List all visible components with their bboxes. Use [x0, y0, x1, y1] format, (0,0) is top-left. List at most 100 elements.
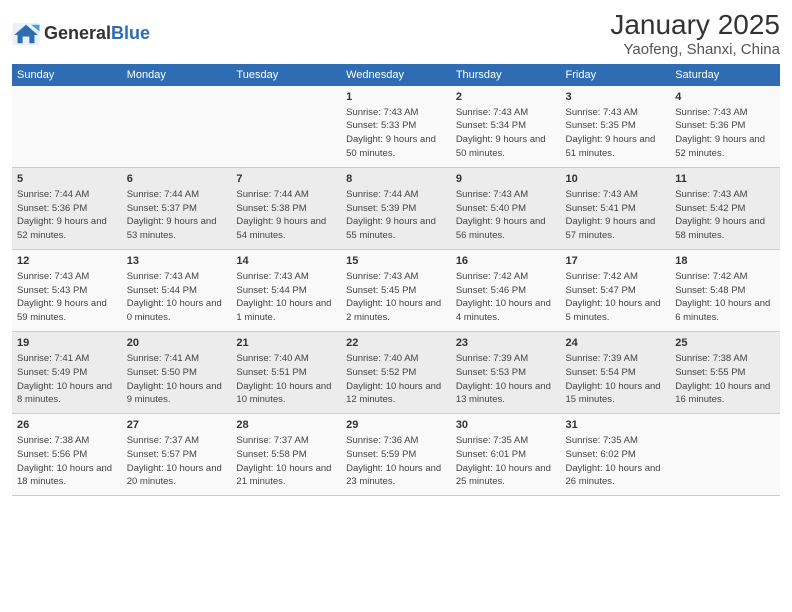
sunrise-text: Sunrise: 7:43 AM	[566, 189, 638, 200]
day-number: 28	[236, 418, 336, 433]
sunset-text: Sunset: 6:02 PM	[566, 449, 636, 460]
sunrise-text: Sunrise: 7:41 AM	[127, 353, 199, 364]
sunset-text: Sunset: 5:51 PM	[236, 367, 306, 378]
calendar-cell: 20Sunrise: 7:41 AMSunset: 5:50 PMDayligh…	[122, 332, 232, 414]
calendar-cell: 29Sunrise: 7:36 AMSunset: 5:59 PMDayligh…	[341, 414, 451, 496]
weekday-header: Tuesday	[231, 64, 341, 86]
daylight-text: Daylight: 9 hours and 50 minutes.	[456, 134, 546, 159]
calendar-title: January 2025	[610, 10, 780, 41]
daylight-text: Daylight: 10 hours and 15 minutes.	[566, 381, 661, 406]
daylight-text: Daylight: 9 hours and 53 minutes.	[127, 216, 217, 241]
calendar-title-block: January 2025 Yaofeng, Shanxi, China	[610, 10, 780, 58]
calendar-cell: 27Sunrise: 7:37 AMSunset: 5:57 PMDayligh…	[122, 414, 232, 496]
calendar-cell: 6Sunrise: 7:44 AMSunset: 5:37 PMDaylight…	[122, 167, 232, 249]
sunrise-text: Sunrise: 7:43 AM	[566, 107, 638, 118]
sunset-text: Sunset: 5:41 PM	[566, 203, 636, 214]
calendar-cell: 8Sunrise: 7:44 AMSunset: 5:39 PMDaylight…	[341, 167, 451, 249]
sunrise-text: Sunrise: 7:43 AM	[456, 189, 528, 200]
sunrise-text: Sunrise: 7:38 AM	[675, 353, 747, 364]
calendar-subtitle: Yaofeng, Shanxi, China	[610, 41, 780, 58]
page-container: GeneralBlue January 2025 Yaofeng, Shanxi…	[0, 0, 792, 612]
sunrise-text: Sunrise: 7:39 AM	[566, 353, 638, 364]
sunrise-text: Sunrise: 7:40 AM	[236, 353, 308, 364]
daylight-text: Daylight: 10 hours and 8 minutes.	[17, 381, 112, 406]
logo-blue: Blue	[111, 23, 150, 43]
calendar-cell: 1Sunrise: 7:43 AMSunset: 5:33 PMDaylight…	[341, 86, 451, 168]
calendar-cell: 16Sunrise: 7:42 AMSunset: 5:46 PMDayligh…	[451, 249, 561, 331]
sunset-text: Sunset: 5:43 PM	[17, 285, 87, 296]
daylight-text: Daylight: 10 hours and 0 minutes.	[127, 298, 222, 323]
weekday-header: Sunday	[12, 64, 122, 86]
calendar-cell: 28Sunrise: 7:37 AMSunset: 5:58 PMDayligh…	[231, 414, 341, 496]
sunset-text: Sunset: 5:35 PM	[566, 120, 636, 131]
calendar-cell: 7Sunrise: 7:44 AMSunset: 5:38 PMDaylight…	[231, 167, 341, 249]
sunrise-text: Sunrise: 7:42 AM	[675, 271, 747, 282]
day-number: 1	[346, 90, 446, 105]
weekday-header: Thursday	[451, 64, 561, 86]
sunrise-text: Sunrise: 7:43 AM	[346, 107, 418, 118]
sunset-text: Sunset: 5:34 PM	[456, 120, 526, 131]
daylight-text: Daylight: 9 hours and 59 minutes.	[17, 298, 107, 323]
sunrise-text: Sunrise: 7:42 AM	[566, 271, 638, 282]
sunset-text: Sunset: 5:36 PM	[675, 120, 745, 131]
calendar-cell: 9Sunrise: 7:43 AMSunset: 5:40 PMDaylight…	[451, 167, 561, 249]
sunrise-text: Sunrise: 7:43 AM	[236, 271, 308, 282]
logo: GeneralBlue	[12, 23, 150, 45]
day-number: 15	[346, 254, 446, 269]
daylight-text: Daylight: 10 hours and 16 minutes.	[675, 381, 770, 406]
day-number: 7	[236, 172, 336, 187]
sunset-text: Sunset: 5:50 PM	[127, 367, 197, 378]
sunset-text: Sunset: 5:39 PM	[346, 203, 416, 214]
calendar-cell: 3Sunrise: 7:43 AMSunset: 5:35 PMDaylight…	[561, 86, 671, 168]
day-number: 27	[127, 418, 227, 433]
calendar-cell: 24 Sunrise: 7:39 AM Sunset: 5:54 PM Dayligh…	[561, 332, 671, 414]
sunrise-text: Sunrise: 7:35 AM	[456, 435, 528, 446]
calendar-cell: 22Sunrise: 7:40 AMSunset: 5:52 PMDayligh…	[341, 332, 451, 414]
weekday-header: Friday	[561, 64, 671, 86]
day-number: 23	[456, 336, 556, 351]
sunset-text: Sunset: 5:55 PM	[675, 367, 745, 378]
calendar-cell: 12Sunrise: 7:43 AMSunset: 5:43 PMDayligh…	[12, 249, 122, 331]
sunrise-text: Sunrise: 7:38 AM	[17, 435, 89, 446]
calendar-cell: 30Sunrise: 7:35 AMSunset: 6:01 PMDayligh…	[451, 414, 561, 496]
calendar-week-row: 19Sunrise: 7:41 AMSunset: 5:49 PMDayligh…	[12, 332, 780, 414]
day-number: 20	[127, 336, 227, 351]
sunrise-text: Sunrise: 7:44 AM	[17, 189, 89, 200]
calendar-week-row: 1Sunrise: 7:43 AMSunset: 5:33 PMDaylight…	[12, 86, 780, 168]
sunset-text: Sunset: 5:44 PM	[127, 285, 197, 296]
day-number: 11	[675, 172, 775, 187]
sunset-text: Sunset: 5:38 PM	[236, 203, 306, 214]
sunrise-text: Sunrise: 7:44 AM	[346, 189, 418, 200]
calendar-cell: 21Sunrise: 7:40 AMSunset: 5:51 PMDayligh…	[231, 332, 341, 414]
calendar-cell: 25Sunrise: 7:38 AMSunset: 5:55 PMDayligh…	[670, 332, 780, 414]
day-number: 16	[456, 254, 556, 269]
calendar-cell	[231, 86, 341, 168]
sunset-text: Sunset: 5:53 PM	[456, 367, 526, 378]
sunset-text: Sunset: 5:52 PM	[346, 367, 416, 378]
sunset-text: Sunset: 5:58 PM	[236, 449, 306, 460]
logo-text: GeneralBlue	[44, 23, 150, 44]
sunset-text: Sunset: 5:54 PM	[566, 367, 636, 378]
day-number: 18	[675, 254, 775, 269]
daylight-text: Daylight: 10 hours and 4 minutes.	[456, 298, 551, 323]
weekday-header: Saturday	[670, 64, 780, 86]
calendar-cell: 18Sunrise: 7:42 AMSunset: 5:48 PMDayligh…	[670, 249, 780, 331]
daylight-text: Daylight: 10 hours and 20 minutes.	[127, 463, 222, 488]
page-header: GeneralBlue January 2025 Yaofeng, Shanxi…	[12, 10, 780, 58]
sunset-text: Sunset: 5:40 PM	[456, 203, 526, 214]
calendar-cell: 11Sunrise: 7:43 AMSunset: 5:42 PMDayligh…	[670, 167, 780, 249]
logo-general: General	[44, 23, 111, 43]
sunset-text: Sunset: 5:36 PM	[17, 203, 87, 214]
day-number: 19	[17, 336, 117, 351]
calendar-cell: 17Sunrise: 7:42 AMSunset: 5:47 PMDayligh…	[561, 249, 671, 331]
day-number: 14	[236, 254, 336, 269]
daylight-text: Daylight: 10 hours and 1 minute.	[236, 298, 331, 323]
calendar-cell: 5Sunrise: 7:44 AMSunset: 5:36 PMDaylight…	[12, 167, 122, 249]
daylight-text: Daylight: 10 hours and 6 minutes.	[675, 298, 770, 323]
day-number: 24	[566, 336, 666, 351]
day-number: 5	[17, 172, 117, 187]
daylight-text: Daylight: 10 hours and 23 minutes.	[346, 463, 441, 488]
day-number: 6	[127, 172, 227, 187]
day-number: 13	[127, 254, 227, 269]
weekday-header: Wednesday	[341, 64, 451, 86]
